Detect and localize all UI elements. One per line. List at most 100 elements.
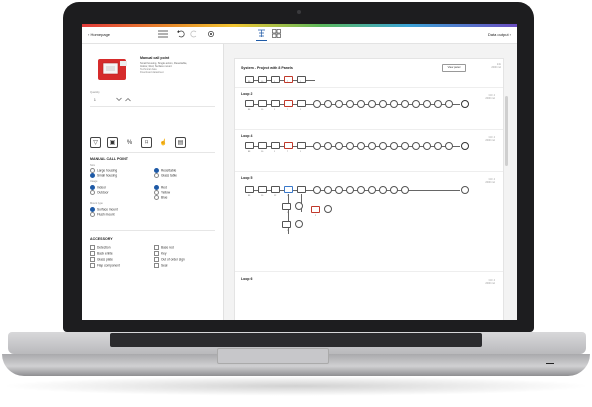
- detector-device[interactable]: [445, 99, 453, 108]
- hand-icon[interactable]: ☝: [158, 137, 169, 148]
- detector-device[interactable]: [412, 99, 420, 108]
- accessory-checkbox-back-enlite[interactable]: Back enlite: [90, 251, 113, 256]
- detector-device[interactable]: [313, 185, 321, 194]
- detector-device[interactable]: [357, 185, 365, 194]
- detector-device[interactable]: [368, 141, 376, 150]
- detector-device[interactable]: [423, 141, 431, 150]
- datasheet-link[interactable]: Download datasheet: [140, 71, 164, 74]
- size-group-label: Size: [90, 164, 96, 167]
- branch-line[interactable]: [288, 194, 289, 234]
- accessory-checkbox-out-of-order[interactable]: Out of order sign: [154, 257, 185, 262]
- branch-device[interactable]: [295, 220, 303, 228]
- blue-radio[interactable]: Blue: [154, 195, 167, 200]
- device-module[interactable]: [284, 76, 293, 83]
- tree-view-icon[interactable]: [257, 29, 266, 39]
- detector-device[interactable]: [346, 185, 354, 194]
- detector-device[interactable]: [390, 99, 398, 108]
- quantity-value[interactable]: 1: [94, 98, 96, 102]
- device-module[interactable]: [284, 186, 293, 193]
- device-module[interactable]: [297, 76, 306, 83]
- percent-icon[interactable]: %: [124, 137, 135, 148]
- detector-device[interactable]: [434, 99, 442, 108]
- branch-label: 1: [287, 230, 289, 232]
- redo-icon[interactable]: [190, 30, 198, 39]
- detector-device[interactable]: [335, 141, 343, 150]
- accessory-checkbox-flap[interactable]: Flap component: [90, 263, 120, 268]
- detector-device[interactable]: [346, 99, 354, 108]
- detector-device[interactable]: [313, 99, 321, 108]
- quantity-down-icon[interactable]: [116, 97, 122, 103]
- device-module[interactable]: [297, 186, 306, 193]
- detector-device[interactable]: [401, 99, 409, 108]
- device-module[interactable]: [271, 186, 280, 193]
- glass-table-radio[interactable]: Glass table: [154, 173, 177, 178]
- branch-module[interactable]: [282, 203, 291, 210]
- device-count-label: 1: [274, 81, 276, 83]
- branch-device[interactable]: [295, 202, 303, 210]
- detector-device[interactable]: [401, 141, 409, 150]
- accessory-checkbox-base-red[interactable]: Base red: [154, 245, 174, 250]
- radio-indicator: [90, 173, 95, 178]
- device-chart-icon[interactable]: ▤: [175, 137, 186, 148]
- undo-icon[interactable]: [177, 30, 185, 39]
- detector-device[interactable]: [390, 141, 398, 150]
- device-module[interactable]: [258, 186, 267, 193]
- detector-device[interactable]: [401, 185, 409, 194]
- device-module[interactable]: [258, 100, 267, 107]
- detector-device[interactable]: [379, 99, 387, 108]
- grid-view-icon[interactable]: [272, 29, 281, 39]
- branch-module[interactable]: [311, 206, 320, 213]
- device-count-label: 88: [248, 81, 251, 83]
- triangle-filter-icon[interactable]: ▽: [90, 137, 101, 148]
- module-icon[interactable]: ⌑: [141, 137, 152, 148]
- branch-device[interactable]: [324, 205, 332, 213]
- flush-mount-radio[interactable]: Flush mount: [90, 212, 115, 217]
- device-module[interactable]: [271, 76, 280, 83]
- loop-end-device[interactable]: [461, 185, 469, 194]
- detector-device[interactable]: [324, 185, 332, 194]
- device-module[interactable]: [271, 100, 280, 107]
- detector-device[interactable]: [324, 99, 332, 108]
- quantity-up-icon[interactable]: [125, 97, 131, 103]
- device-module[interactable]: [271, 142, 280, 149]
- accessory-checkbox-key[interactable]: Key: [154, 251, 167, 256]
- detector-device[interactable]: [368, 185, 376, 194]
- branch-module[interactable]: [282, 221, 291, 228]
- detector-device[interactable]: [346, 141, 354, 150]
- device-module[interactable]: [258, 142, 267, 149]
- data-output-link[interactable]: Data output ›: [488, 32, 511, 37]
- detector-device[interactable]: [357, 141, 365, 150]
- detector-device[interactable]: [445, 141, 453, 150]
- detector-device[interactable]: [335, 99, 343, 108]
- outdoor-radio[interactable]: Outdoor: [90, 190, 109, 195]
- settings-gear-icon[interactable]: [207, 30, 215, 39]
- detector-device[interactable]: [423, 99, 431, 108]
- device-module[interactable]: [245, 100, 254, 107]
- detector-box-icon[interactable]: ▣: [107, 137, 118, 148]
- detector-device[interactable]: [313, 141, 321, 150]
- device-module[interactable]: [245, 186, 254, 193]
- device-module[interactable]: [245, 142, 254, 149]
- homepage-link[interactable]: ‹ Homepage: [88, 32, 110, 37]
- detector-device[interactable]: [434, 141, 442, 150]
- detector-device[interactable]: [379, 141, 387, 150]
- device-module[interactable]: [297, 100, 306, 107]
- detector-device[interactable]: [412, 141, 420, 150]
- detector-device[interactable]: [368, 99, 376, 108]
- menu-icon[interactable]: [158, 30, 168, 39]
- accessory-checkbox-seal[interactable]: Seal: [154, 263, 167, 268]
- accessory-checkbox-detection[interactable]: Detection: [90, 245, 110, 250]
- small-housing-radio[interactable]: Small housing: [90, 173, 117, 178]
- panel-scrollbar[interactable]: [505, 96, 508, 166]
- detector-device[interactable]: [390, 185, 398, 194]
- loop-end-device[interactable]: [461, 141, 469, 150]
- device-module[interactable]: [297, 142, 306, 149]
- detector-device[interactable]: [335, 185, 343, 194]
- detector-device[interactable]: [379, 185, 387, 194]
- device-module[interactable]: [284, 142, 293, 149]
- accessory-checkbox-glass-plate[interactable]: Glass plate: [90, 257, 113, 262]
- detector-device[interactable]: [324, 141, 332, 150]
- detector-device[interactable]: [357, 99, 365, 108]
- loop-end-device[interactable]: [461, 99, 469, 108]
- device-module[interactable]: [284, 100, 293, 107]
